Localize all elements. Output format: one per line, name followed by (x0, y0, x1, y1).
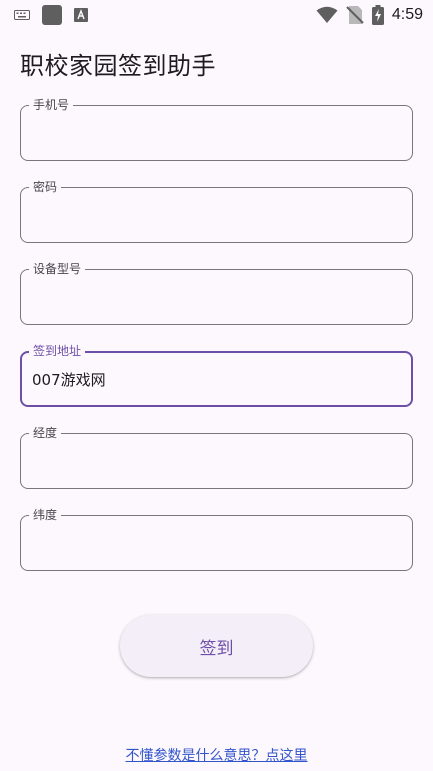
keyboard-icon (14, 10, 30, 20)
checkin-address-field-label: 签到地址 (29, 343, 86, 359)
status-bar-left (14, 5, 88, 25)
checkin-button[interactable]: 签到 (120, 615, 313, 677)
password-field[interactable]: 密码 (20, 179, 413, 243)
no-sim-icon (346, 6, 364, 24)
wifi-icon (316, 6, 338, 23)
latitude-field[interactable]: 纬度 (20, 507, 413, 571)
help-link[interactable]: 不懂参数是什么意思？点这里 (0, 745, 433, 765)
status-bar: 4:59 (0, 0, 433, 32)
checkin-address-field[interactable]: 签到地址 007游戏网 (20, 343, 413, 407)
phone-field-label: 手机号 (29, 97, 74, 113)
status-bar-right: 4:59 (316, 5, 423, 25)
page-title: 职校家园签到助手 (20, 52, 216, 80)
longitude-field-label: 经度 (29, 425, 62, 441)
latitude-field-label: 纬度 (29, 507, 62, 523)
square-app-icon (42, 5, 62, 25)
checkin-address-field-value: 007游戏网 (32, 371, 106, 389)
device-model-field[interactable]: 设备型号 (20, 261, 413, 325)
battery-charging-icon (371, 5, 384, 25)
a-box-icon (74, 8, 88, 22)
password-field-label: 密码 (29, 179, 62, 195)
device-model-field-label: 设备型号 (29, 261, 86, 277)
status-time: 4:59 (391, 6, 423, 23)
phone-field[interactable]: 手机号 (20, 97, 413, 161)
longitude-field[interactable]: 经度 (20, 425, 413, 489)
